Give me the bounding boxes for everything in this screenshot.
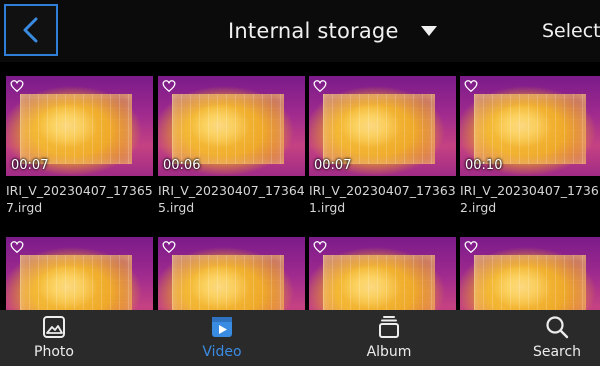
video-thumbnail[interactable]	[158, 237, 305, 310]
file-name: IRI_V_20230407_173657.irgd	[6, 183, 153, 215]
video-thumbnail[interactable]: 00:07	[309, 76, 456, 176]
heart-outline-icon[interactable]	[464, 79, 478, 93]
nav-photo[interactable]: Photo	[9, 314, 99, 364]
nav-label: Photo	[34, 344, 74, 360]
select-button[interactable]: Select	[542, 14, 600, 48]
video-duration: 00:06	[163, 158, 201, 173]
page-title: Internal storage	[228, 19, 399, 43]
video-thumbnail[interactable]	[309, 237, 456, 310]
nav-label: Video	[202, 344, 242, 360]
video-item[interactable]: 00:07 IRI_V_20230407_173657.irgd	[6, 76, 153, 216]
heart-outline-icon[interactable]	[464, 240, 478, 254]
heart-outline-icon[interactable]	[313, 79, 327, 93]
video-item[interactable]	[309, 237, 456, 310]
image-icon	[43, 316, 65, 338]
video-duration: 00:07	[314, 158, 352, 173]
file-name: IRI_V_20230407_173631.irgd	[309, 183, 456, 215]
video-item[interactable]: 00:07 IRI_V_20230407_173631.irgd	[309, 76, 456, 216]
heart-outline-icon[interactable]	[162, 79, 176, 93]
heart-outline-icon[interactable]	[10, 79, 24, 93]
video-icon	[212, 317, 232, 337]
storage-selector[interactable]: Internal storage	[228, 14, 437, 48]
bottom-nav: Photo Video Album Search	[0, 310, 600, 366]
heart-outline-icon[interactable]	[10, 240, 24, 254]
video-thumbnail[interactable]: 00:07	[6, 76, 153, 176]
video-item[interactable]	[6, 237, 153, 310]
nav-label: Search	[532, 344, 582, 360]
video-thumbnail[interactable]	[6, 237, 153, 310]
top-bar: Internal storage Select	[0, 0, 600, 62]
video-grid: 00:07 IRI_V_20230407_173657.irgd 00:06 I…	[0, 62, 600, 310]
nav-album[interactable]: Album	[344, 314, 434, 364]
heart-outline-icon[interactable]	[313, 240, 327, 254]
caret-down-icon	[420, 26, 437, 36]
search-icon	[546, 316, 569, 339]
album-stack-icon	[379, 316, 399, 338]
file-name: IRI_V_20230407_173612.irgd	[460, 183, 600, 215]
nav-search[interactable]: Search	[512, 314, 600, 364]
video-thumbnail[interactable]	[460, 237, 600, 310]
video-item[interactable]: 00:10 IRI_V_20230407_173612.irgd	[460, 76, 600, 216]
nav-video[interactable]: Video	[177, 314, 267, 364]
video-thumbnail[interactable]: 00:06	[158, 76, 305, 176]
video-duration: 00:10	[465, 158, 503, 173]
video-item[interactable]: 00:06 IRI_V_20230407_173645.irgd	[158, 76, 305, 216]
video-thumbnail[interactable]: 00:10	[460, 76, 600, 176]
heart-outline-icon[interactable]	[162, 240, 176, 254]
back-button[interactable]	[4, 4, 58, 56]
nav-label: Album	[366, 344, 412, 360]
video-duration: 00:07	[11, 158, 49, 173]
video-item[interactable]	[460, 237, 600, 310]
chevron-left-icon	[23, 17, 38, 43]
file-name: IRI_V_20230407_173645.irgd	[158, 183, 305, 215]
video-item[interactable]	[158, 237, 305, 310]
